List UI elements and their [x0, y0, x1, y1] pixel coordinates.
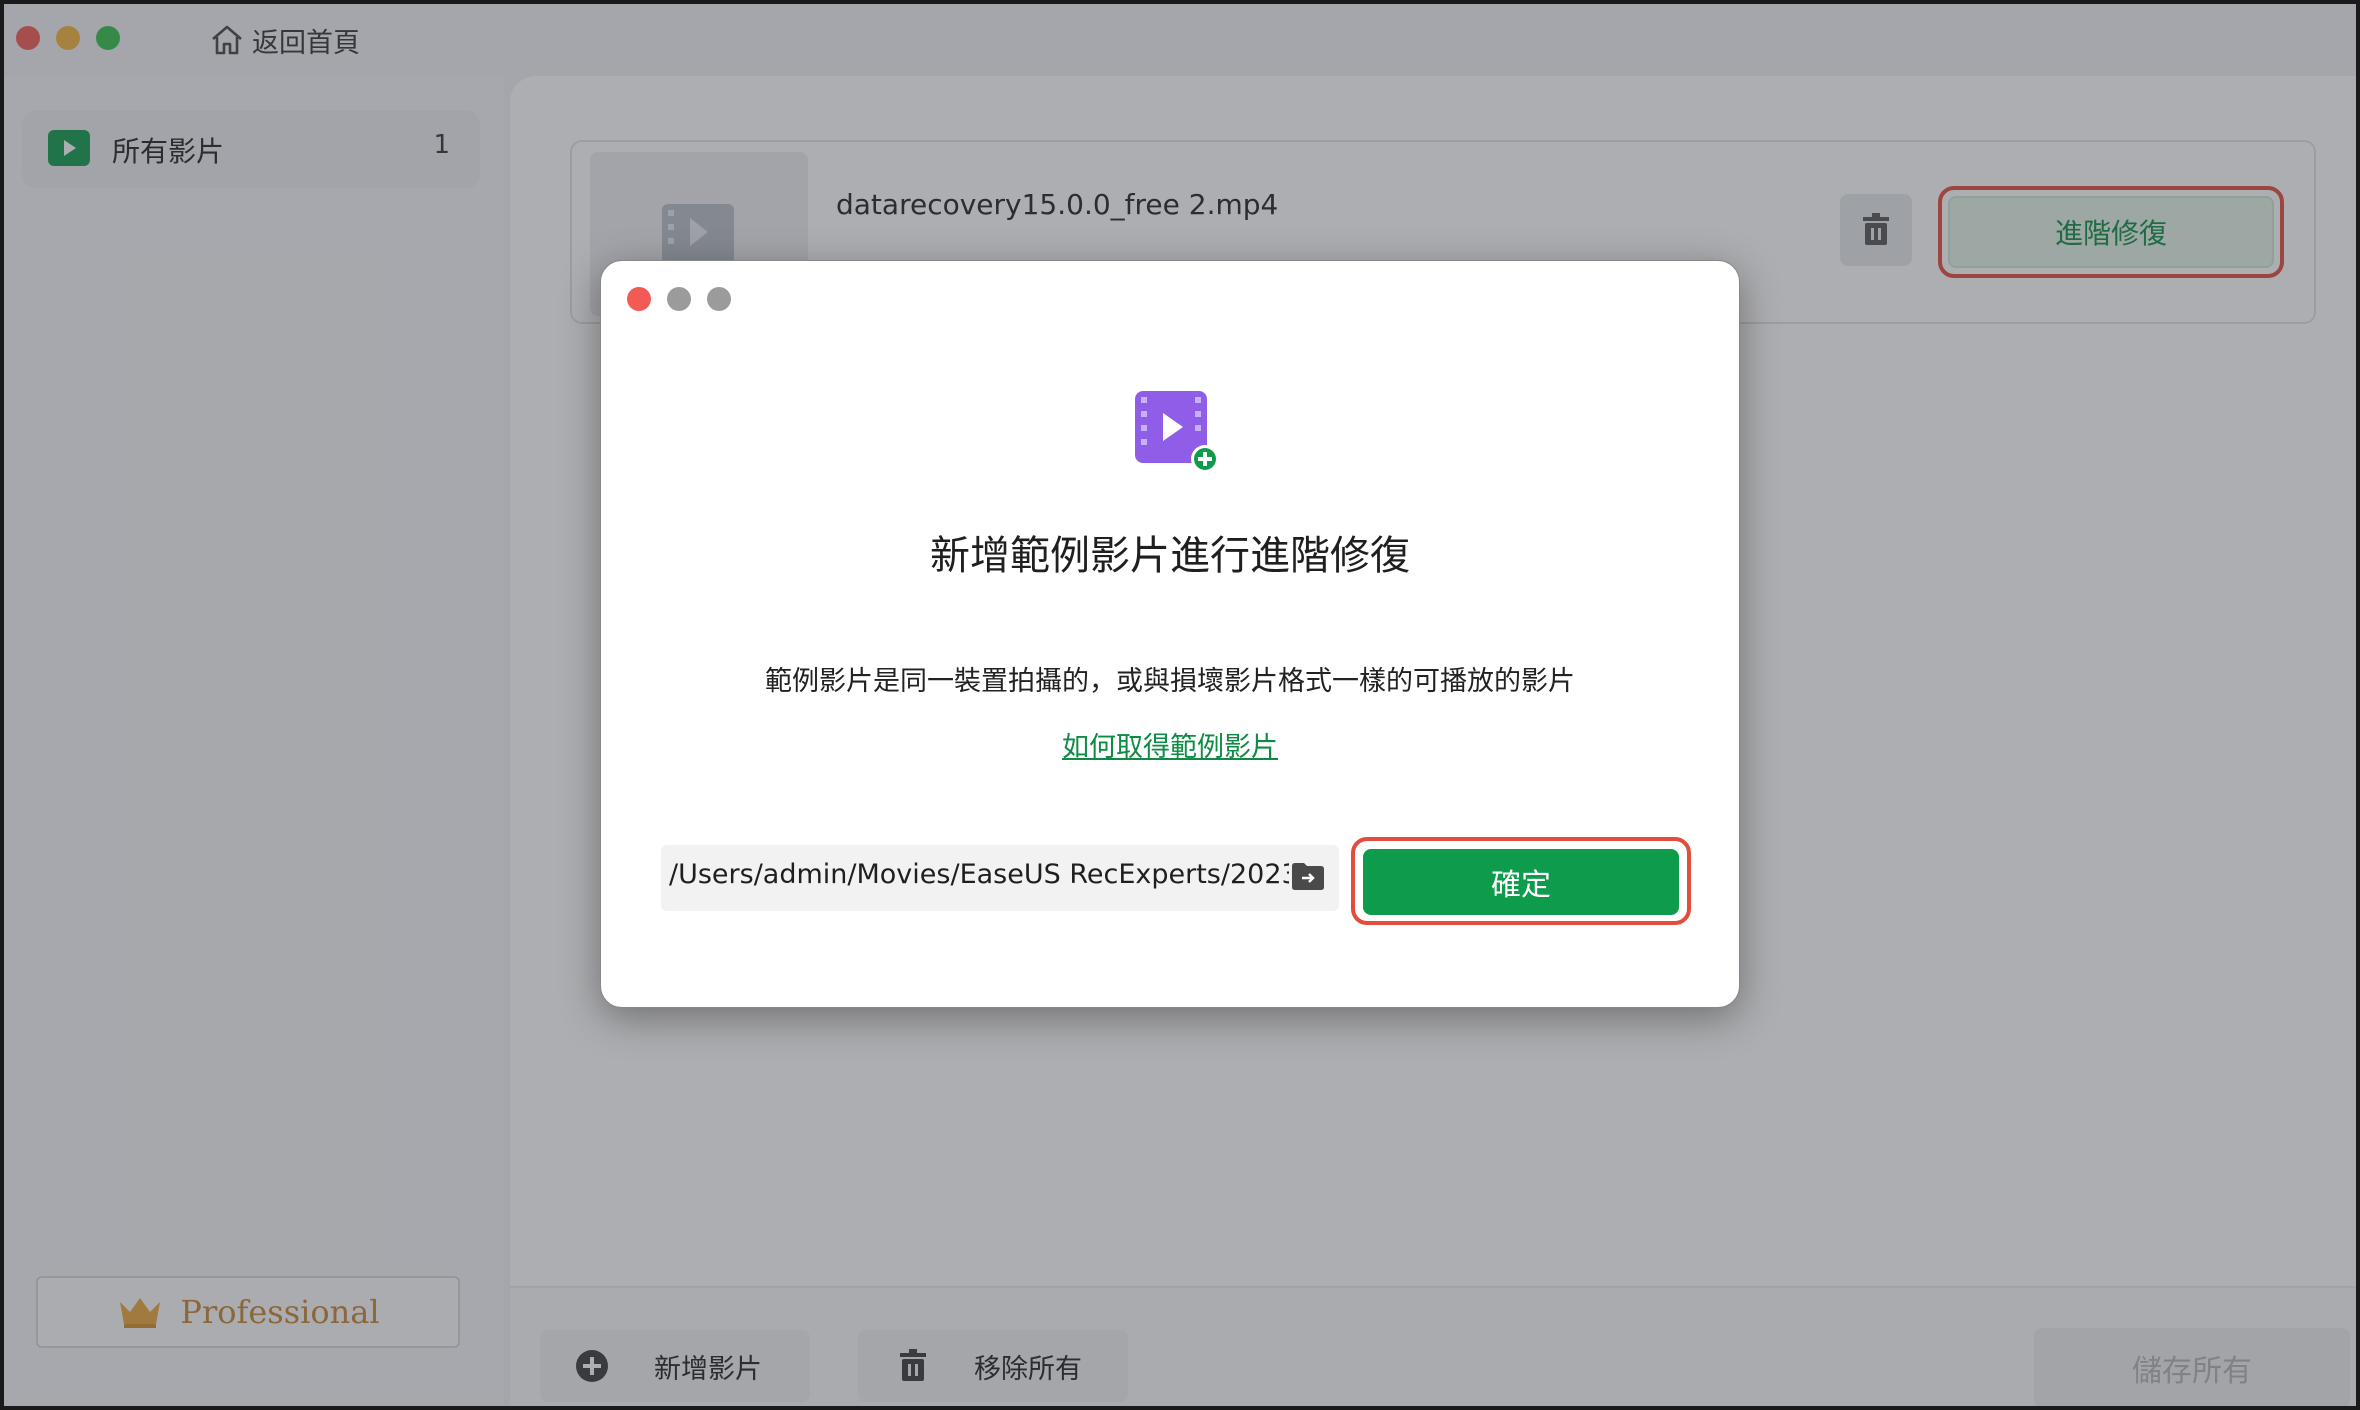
dialog-title: 新增範例影片進行進階修復	[930, 533, 1410, 579]
add-sample-video-dialog: 新增範例影片進行進階修復 範例影片是同一裝置拍攝的，或與損壞影片格式一樣的可播放…	[600, 260, 1740, 1008]
add-video-icon	[1135, 391, 1219, 473]
confirm-button[interactable]: 確定	[1363, 849, 1679, 915]
sample-path-value: /Users/admin/Movies/EaseUS RecExperts/20…	[669, 859, 1289, 890]
how-to-get-sample-link[interactable]: 如何取得範例影片	[1062, 732, 1278, 763]
folder-icon[interactable]	[1291, 861, 1325, 891]
help-link-row: 如何取得範例影片	[601, 725, 1739, 764]
sample-path-field[interactable]: /Users/admin/Movies/EaseUS RecExperts/20…	[661, 845, 1339, 911]
app-window: 返回首頁 所有影片 1 Professional datarecovery15.…	[0, 0, 2360, 1410]
dialog-minimize-button	[667, 287, 691, 311]
dialog-zoom-button	[707, 287, 731, 311]
dialog-close-button[interactable]	[627, 287, 651, 311]
dialog-description: 範例影片是同一裝置拍攝的，或與損壞影片格式一樣的可播放的影片	[765, 666, 1575, 697]
